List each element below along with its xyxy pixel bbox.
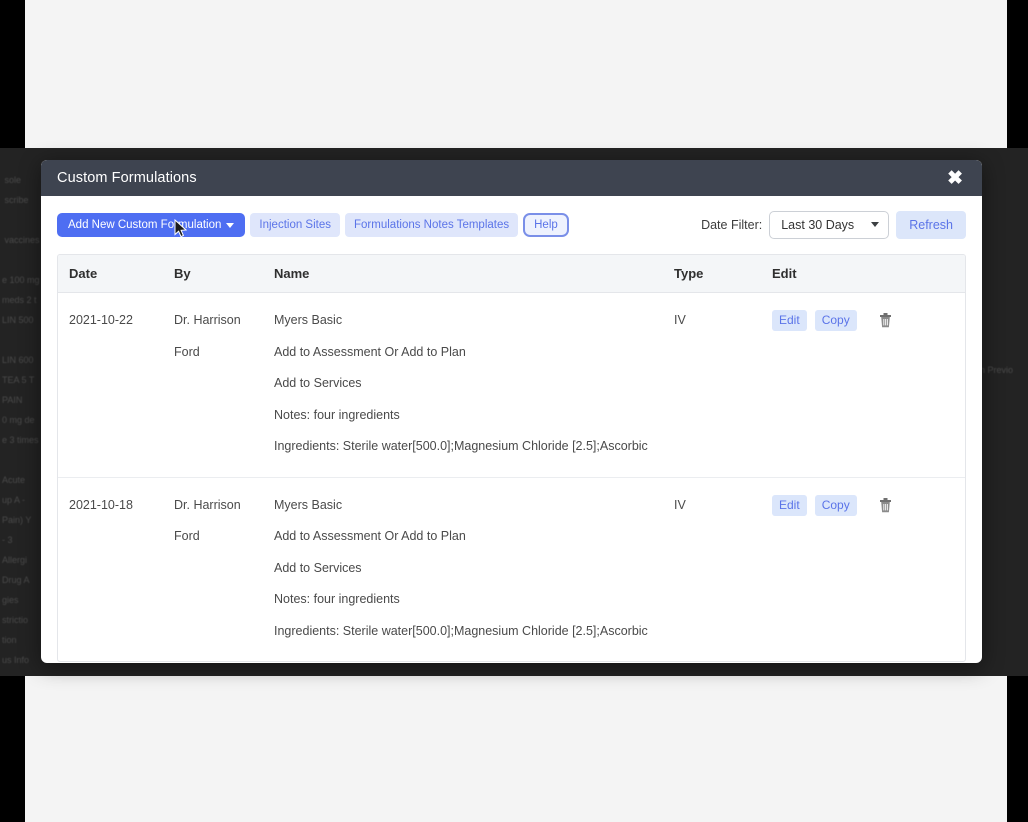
table-row: 2021-10-18 Dr. Harrison Ford Myers Basic… <box>58 477 965 661</box>
add-new-custom-formulation-button[interactable]: Add New Custom Formulation <box>57 213 245 237</box>
row-type: IV <box>674 490 772 522</box>
modal-header: Custom Formulations ✖ <box>41 160 982 196</box>
cell-name: Myers Basic Add to Assessment Or Add to … <box>274 477 674 661</box>
row-by-line: Dr. Harrison <box>174 305 274 337</box>
row-type: IV <box>674 305 772 337</box>
table-row: 2021-10-22 Dr. Harrison Ford Myers Basic… <box>58 293 965 478</box>
cell-by: Dr. Harrison Ford <box>174 477 274 661</box>
close-icon[interactable]: ✖ <box>944 167 966 190</box>
row-actions: Edit Copy <box>772 490 965 522</box>
row-by-line: Ford <box>174 521 274 553</box>
row-by-line: Ford <box>174 337 274 369</box>
row-date: 2021-10-18 <box>69 490 174 522</box>
row-actions: Edit Copy <box>772 305 965 337</box>
table-header: Date By Name Type Edit <box>58 255 965 293</box>
custom-formulations-modal: Custom Formulations ✖ Add New Custom For… <box>41 160 982 663</box>
row-by-line: Dr. Harrison <box>174 490 274 522</box>
column-header-name[interactable]: Name <box>274 255 674 293</box>
date-filter-select-wrapper: Last 30 Days <box>769 211 889 239</box>
cell-type: IV <box>674 477 772 661</box>
delete-button[interactable] <box>865 313 892 328</box>
refresh-button[interactable]: Refresh <box>896 211 966 239</box>
toolbar-left-group: Add New Custom Formulation Injection Sit… <box>57 213 569 237</box>
edit-button[interactable]: Edit <box>772 310 807 331</box>
cell-date: 2021-10-22 <box>58 293 174 478</box>
row-name-ingredients: Ingredients: Sterile water[500.0];Magnes… <box>274 431 674 463</box>
toolbar-right-group: Date Filter: Last 30 Days Refresh <box>701 211 966 239</box>
column-header-edit[interactable]: Edit <box>772 255 965 293</box>
cell-by: Dr. Harrison Ford <box>174 293 274 478</box>
row-date: 2021-10-22 <box>69 305 174 337</box>
row-name-services: Add to Services <box>274 368 674 400</box>
formulations-notes-templates-button[interactable]: Formulations Notes Templates <box>345 213 518 237</box>
row-name-ingredients: Ingredients: Sterile water[500.0];Magnes… <box>274 616 674 648</box>
add-new-custom-formulation-label: Add New Custom Formulation <box>68 219 221 231</box>
cell-date: 2021-10-18 <box>58 477 174 661</box>
trash-icon <box>879 498 892 513</box>
row-name-notes: Notes: four ingredients <box>274 584 674 616</box>
table-header-row: Date By Name Type Edit <box>58 255 965 293</box>
cell-actions: Edit Copy <box>772 477 965 661</box>
row-name-assessment: Add to Assessment Or Add to Plan <box>274 521 674 553</box>
injection-sites-button[interactable]: Injection Sites <box>250 213 340 237</box>
column-header-date[interactable]: Date <box>58 255 174 293</box>
copy-button[interactable]: Copy <box>815 495 857 516</box>
cell-type: IV <box>674 293 772 478</box>
edit-button[interactable]: Edit <box>772 495 807 516</box>
date-filter-select[interactable]: Last 30 Days <box>769 211 889 239</box>
cell-actions: Edit Copy <box>772 293 965 478</box>
copy-button[interactable]: Copy <box>815 310 857 331</box>
date-filter-label: Date Filter: <box>701 218 762 232</box>
trash-icon <box>879 313 892 328</box>
row-name-notes: Notes: four ingredients <box>274 400 674 432</box>
row-name-assessment: Add to Assessment Or Add to Plan <box>274 337 674 369</box>
toolbar: Add New Custom Formulation Injection Sit… <box>57 208 966 242</box>
column-header-type[interactable]: Type <box>674 255 772 293</box>
column-header-by[interactable]: By <box>174 255 274 293</box>
chevron-down-icon <box>226 223 234 228</box>
row-name-title: Myers Basic <box>274 490 674 522</box>
row-name-services: Add to Services <box>274 553 674 585</box>
modal-title: Custom Formulations <box>57 170 197 186</box>
modal-body: Add New Custom Formulation Injection Sit… <box>41 196 982 663</box>
delete-button[interactable] <box>865 498 892 513</box>
formulations-table: Date By Name Type Edit 2021-10-22 Dr. Ha… <box>58 255 965 661</box>
cell-name: Myers Basic Add to Assessment Or Add to … <box>274 293 674 478</box>
background-text-right: n Previo <box>980 360 1028 380</box>
table-body: 2021-10-22 Dr. Harrison Ford Myers Basic… <box>58 293 965 662</box>
help-button[interactable]: Help <box>523 213 569 237</box>
row-name-title: Myers Basic <box>274 305 674 337</box>
formulations-table-wrapper: Date By Name Type Edit 2021-10-22 Dr. Ha… <box>57 254 966 662</box>
